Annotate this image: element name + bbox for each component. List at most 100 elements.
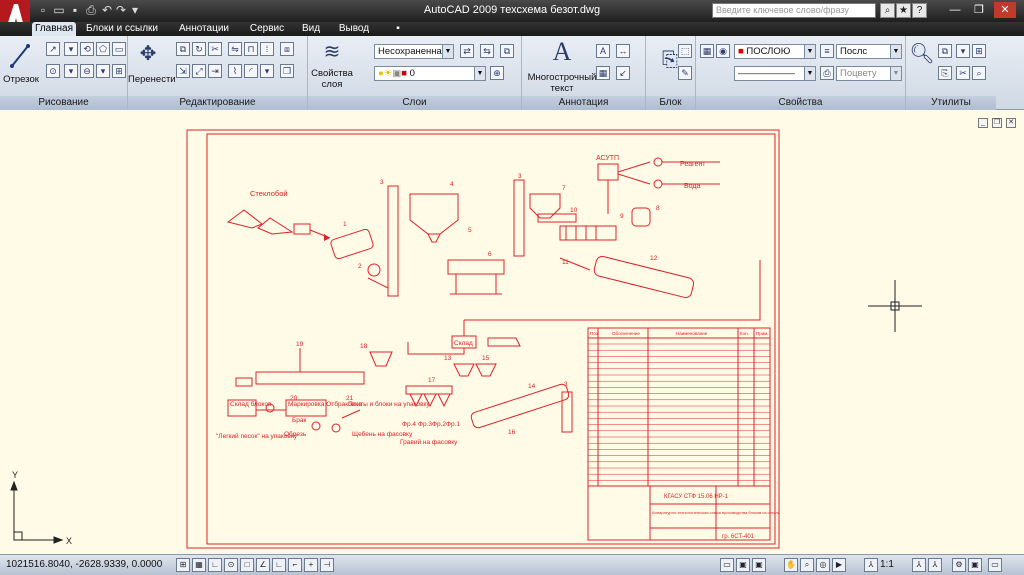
chevron-down-icon[interactable]: ▼ [890, 67, 901, 80]
workspace-icon[interactable]: ⚙ [952, 558, 966, 572]
layer-match-icon[interactable]: ⊕ [490, 66, 504, 80]
chevron-down-icon[interactable]: ▼ [442, 45, 453, 58]
color-wheel-icon[interactable]: ◉ [716, 44, 730, 58]
array-icon[interactable]: ⁞ [260, 42, 274, 56]
panel-layers-title[interactable]: Слои [308, 96, 521, 110]
panel-block-title[interactable]: Блок [646, 96, 695, 110]
layer-properties-icon[interactable]: ≋ [318, 38, 346, 66]
circle-icon[interactable]: ⊙ [46, 64, 60, 78]
search-icon[interactable]: ⌕ [880, 3, 895, 18]
steering-wheel-icon[interactable]: ◎ [816, 558, 830, 572]
star-icon[interactable]: ★ [896, 3, 911, 18]
copy-clip-icon[interactable]: ⧉ [938, 44, 952, 58]
cut-icon[interactable]: ✂ [956, 66, 970, 80]
tab-blocks[interactable]: Блоки и ссылки [80, 22, 164, 36]
polyline-icon[interactable]: ↗ [46, 42, 60, 56]
annotation-scale-icon[interactable]: ⅄ [864, 558, 878, 572]
extend-icon[interactable]: ⇥ [208, 64, 222, 78]
polygon-icon[interactable]: ⬠ [96, 42, 110, 56]
search-input[interactable]: Введите ключевое слово/фразу [712, 3, 876, 18]
lineweight-combo[interactable]: —————— ▼ [734, 66, 816, 81]
otrack-icon[interactable]: ∠ [256, 558, 270, 572]
line-tool-icon[interactable] [8, 42, 32, 70]
clean-screen-icon[interactable]: ▭ [988, 558, 1002, 572]
rectangle-icon[interactable]: ▭ [112, 42, 126, 56]
paste-icon[interactable]: ⎘ [938, 66, 952, 80]
color-combo[interactable]: ■ ПОСЛОЮ ▼ [734, 44, 816, 59]
tab-annotations[interactable]: Аннотации [172, 22, 236, 36]
linetype-combo[interactable]: Послс ▼ [836, 44, 902, 59]
layer-save-icon[interactable]: ⇄ [460, 44, 474, 58]
text-style-icon[interactable]: A [596, 44, 610, 58]
layer-restore-icon[interactable]: ⇆ [480, 44, 494, 58]
grid-icon[interactable]: ▦ [192, 558, 206, 572]
layout-2-icon[interactable]: ▣ [752, 558, 766, 572]
leader-icon[interactable]: ↙ [616, 66, 630, 80]
tab-tools[interactable]: Сервис [244, 22, 290, 36]
panel-draw-title[interactable]: Рисование [0, 96, 127, 110]
model-icon[interactable]: ▭ [720, 558, 734, 572]
trim-icon[interactable]: ✂ [208, 42, 222, 56]
drawing-canvas[interactable]: _ ❐ ✕ Стеклобой 1 2 3 4 5 6 3 7 10 АСУТП… [0, 110, 1024, 554]
maximize-button[interactable]: ❐ [968, 2, 990, 18]
qp-icon[interactable]: ⊣ [320, 558, 334, 572]
dropdown-icon[interactable]: ▾ [64, 42, 78, 56]
panel-properties-title[interactable]: Свойства [696, 96, 905, 110]
ellipse-icon[interactable]: ⊖ [80, 64, 94, 78]
close-button[interactable]: ✕ [994, 2, 1016, 18]
layout-icon[interactable]: ▣ [736, 558, 750, 572]
arc-icon[interactable]: ⟲ [80, 42, 94, 56]
fillet-icon[interactable]: ◜ [244, 64, 258, 78]
stretch-icon[interactable]: ⇲ [176, 64, 190, 78]
ortho-icon[interactable]: ∟ [208, 558, 222, 572]
chevron-down-icon[interactable]: ▼ [804, 67, 815, 80]
osnap-icon[interactable]: □ [240, 558, 254, 572]
layer-combo[interactable]: ●☀▣■ 0 ▼ [374, 66, 486, 81]
pan-icon[interactable]: ✋ [784, 558, 798, 572]
move-icon[interactable]: ✥ [134, 40, 162, 68]
match-properties-icon[interactable]: ▦ [700, 44, 714, 58]
chevron-down-icon[interactable]: ▼ [804, 45, 815, 58]
dropdown-icon[interactable]: ▾ [96, 64, 110, 78]
autoscale-icon[interactable]: ⅄ [928, 558, 942, 572]
annotation-visibility-icon[interactable]: ⅄ [912, 558, 926, 572]
annotation-scale-value[interactable]: 1:1 [880, 559, 894, 570]
panel-modify-title[interactable]: Редактирование [128, 96, 307, 110]
ducs-icon[interactable]: ∟ [272, 558, 286, 572]
help-icon[interactable]: ? [912, 3, 927, 18]
dimension-icon[interactable]: ↔ [616, 44, 630, 58]
explode-icon[interactable]: ❒ [280, 64, 294, 78]
panel-utilities-title[interactable]: Утилиты [906, 96, 996, 110]
panel-annotation-title[interactable]: Аннотация [522, 96, 645, 110]
zoom-status-icon[interactable]: ⌕ [800, 558, 814, 572]
dyn-icon[interactable]: ⌐ [288, 558, 302, 572]
plotstyle-icon[interactable]: ⎙ [820, 66, 834, 80]
chevron-down-icon[interactable]: ▼ [474, 67, 485, 80]
scale-icon[interactable]: ⤢ [192, 64, 206, 78]
tab-output[interactable]: Вывод [332, 22, 376, 36]
layer-iso-icon[interactable]: ⧉ [500, 44, 514, 58]
mtext-icon[interactable]: A [548, 38, 576, 66]
dropdown-icon[interactable]: ▾ [64, 64, 78, 78]
plotstyle-combo[interactable]: Поцвету ▼ [836, 66, 902, 81]
snap-icon[interactable]: ⊞ [176, 558, 190, 572]
chevron-down-icon[interactable]: ▼ [890, 45, 901, 58]
find-icon[interactable]: ⌕ [972, 66, 986, 80]
tab-home[interactable]: Главная [32, 22, 76, 36]
edit-block-icon[interactable]: ✎ [678, 66, 692, 80]
linetype-icon[interactable]: ≡ [820, 44, 834, 58]
offset-icon[interactable]: ⊓ [244, 42, 258, 56]
table-icon[interactable]: ▦ [596, 66, 610, 80]
layer-state-icon[interactable]: ⧈ [280, 42, 294, 56]
tab-extra[interactable]: ▪ [388, 22, 408, 36]
minimize-button[interactable]: — [944, 2, 966, 18]
dropdown-icon[interactable]: ▾ [260, 64, 274, 78]
lock-icon[interactable]: ▣ [968, 558, 982, 572]
layer-state-combo[interactable]: Несохраненна ▼ [374, 44, 454, 59]
copy-icon[interactable]: ⧉ [176, 42, 190, 56]
break-icon[interactable]: ⌇ [228, 64, 242, 78]
polar-icon[interactable]: ⊙ [224, 558, 238, 572]
showmotion-icon[interactable]: ▶ [832, 558, 846, 572]
lineweight-toggle-icon[interactable]: + [304, 558, 318, 572]
create-block-icon[interactable]: ⬚ [678, 44, 692, 58]
